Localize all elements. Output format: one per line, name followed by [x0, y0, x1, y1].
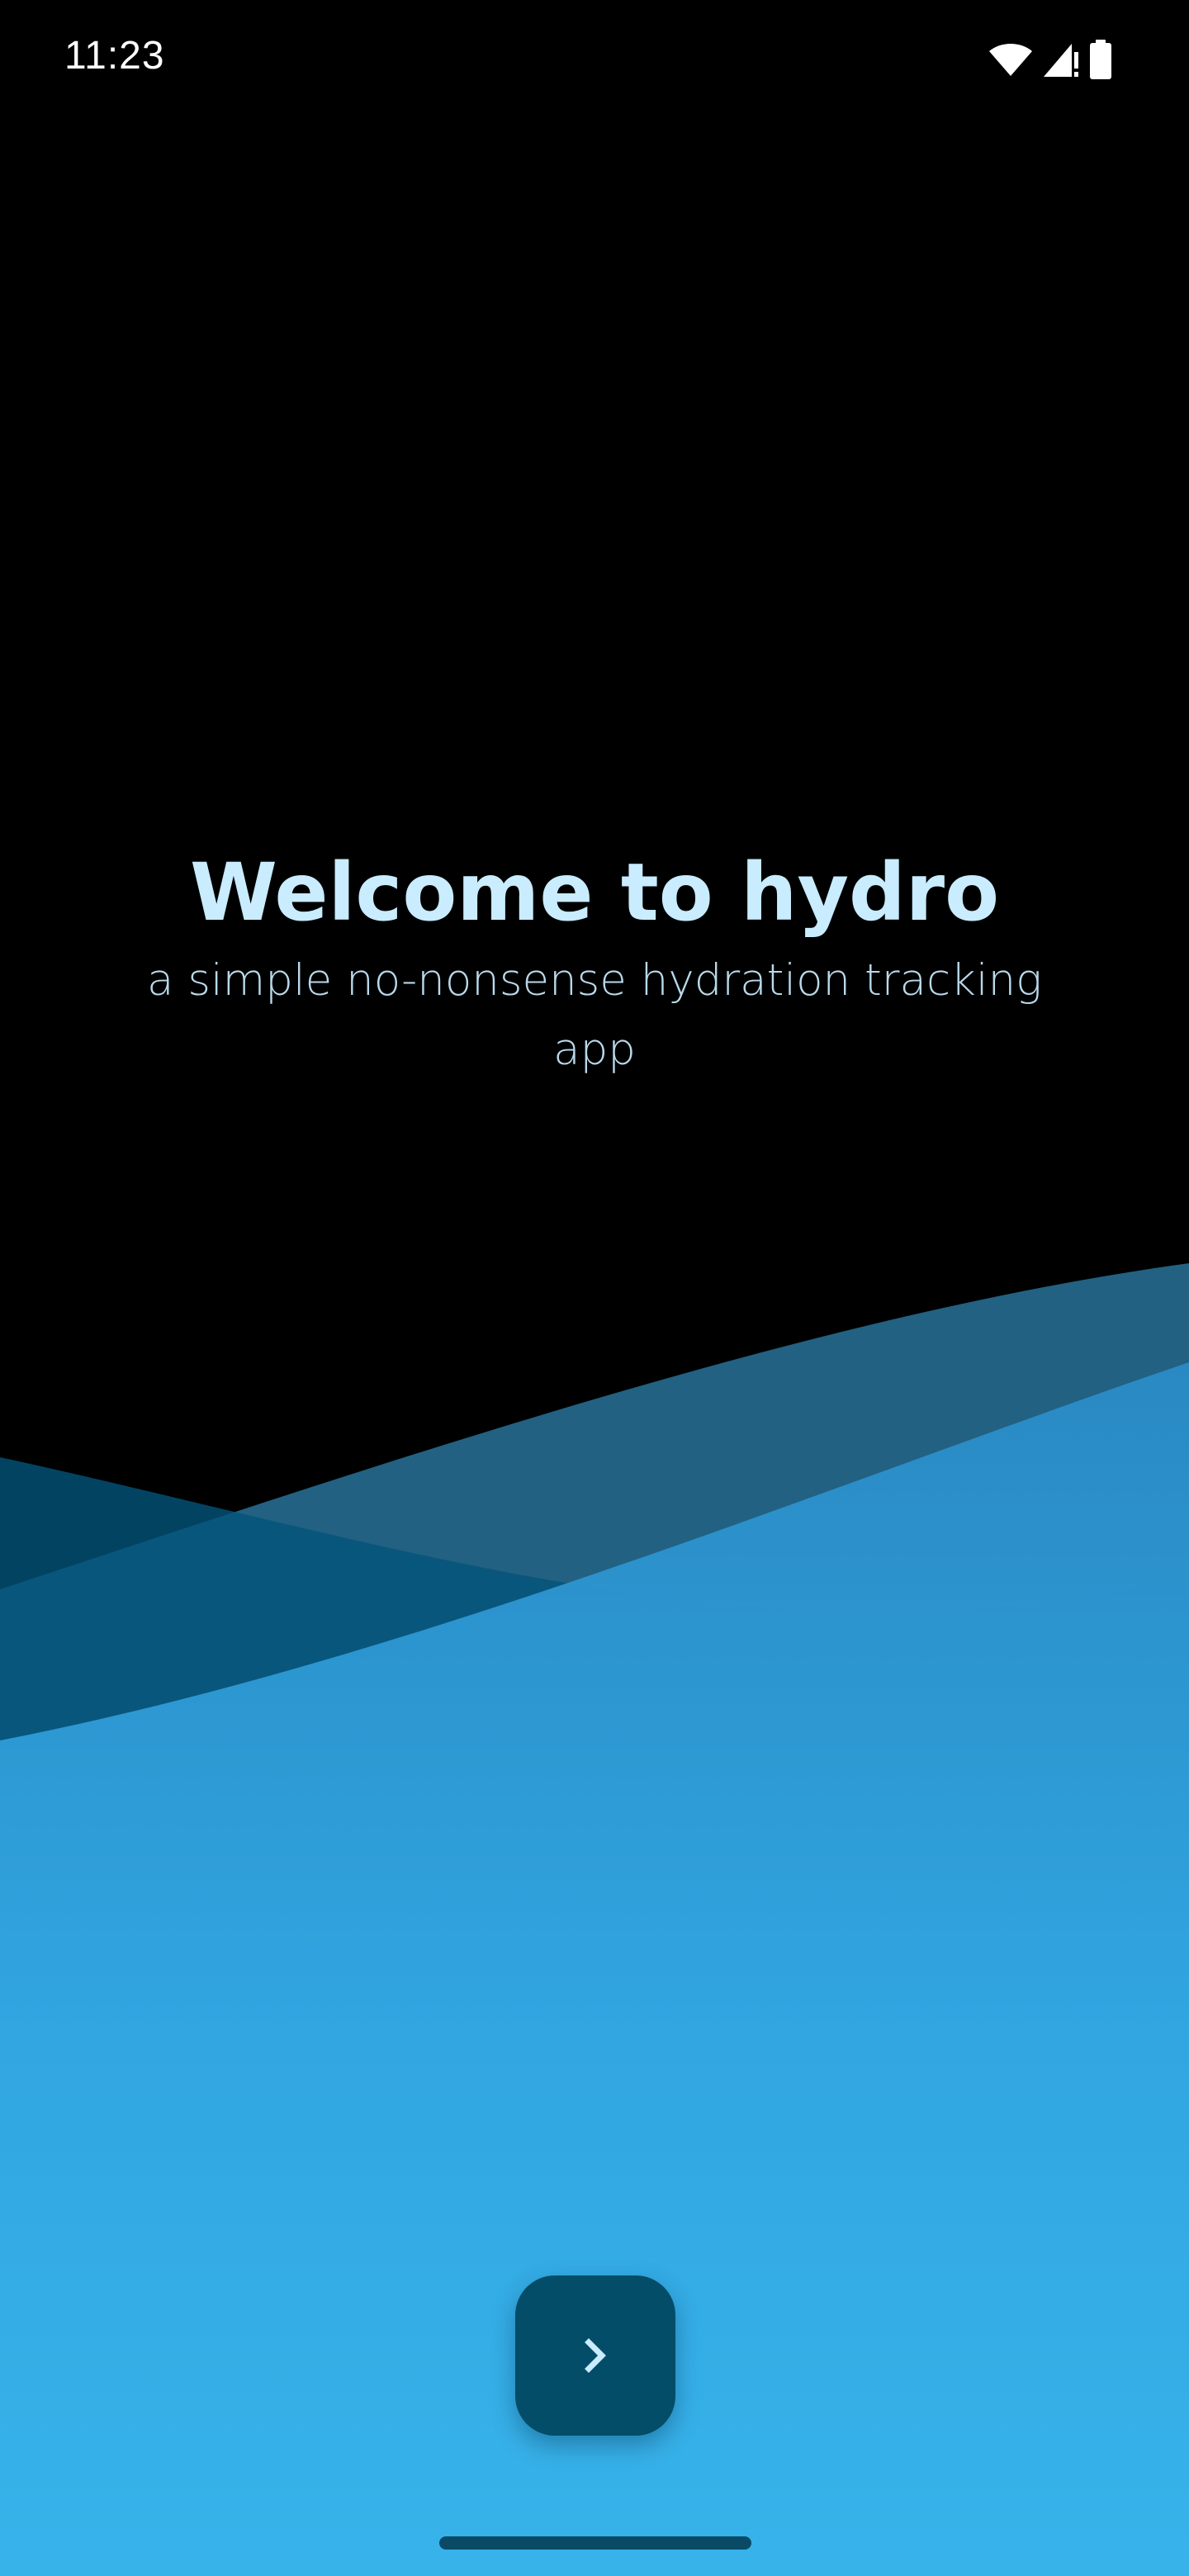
welcome-section: Welcome to hydro a simple no-nonsense hy… — [99, 839, 1090, 1085]
chevron-right-icon — [579, 2336, 612, 2375]
gesture-navigation-handle[interactable] — [439, 2536, 751, 2550]
status-time: 11:23 — [64, 34, 165, 78]
next-button[interactable] — [515, 2275, 675, 2436]
status-icons — [988, 40, 1113, 79]
status-bar: 11:23 — [0, 0, 1189, 119]
onboarding-screen: 11:23 Welcome to hydro a simple no-nonse… — [0, 0, 1189, 2576]
welcome-subtitle: a simple no-nonsense hydration tracking … — [147, 955, 1042, 1075]
welcome-title: Welcome to hydro — [189, 846, 1000, 939]
wifi-icon — [988, 41, 1034, 78]
cellular-signal-icon — [1042, 40, 1080, 78]
battery-icon — [1088, 40, 1113, 79]
water-waves-illustration — [0, 1263, 1189, 2576]
